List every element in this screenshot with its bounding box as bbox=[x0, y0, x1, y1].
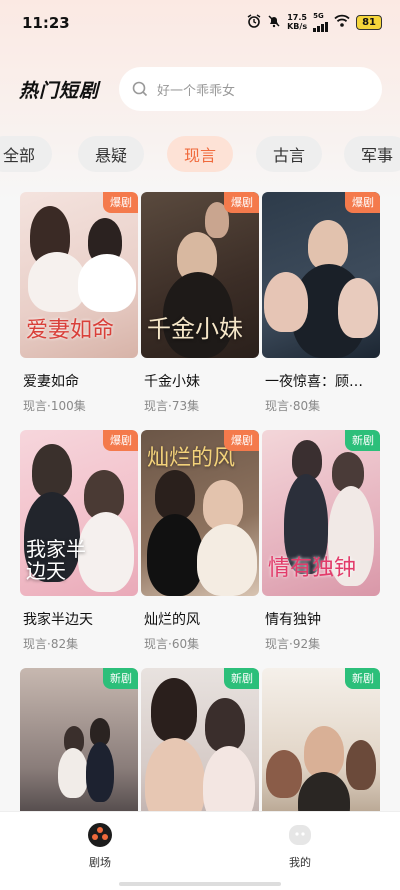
drama-meta: 现言·82集 bbox=[23, 637, 79, 651]
tab-military[interactable]: 军事 bbox=[344, 136, 400, 172]
new-badge: 新剧 bbox=[103, 668, 138, 689]
drama-poster[interactable]: 新剧 bbox=[20, 668, 138, 815]
tab-ancient-romance[interactable]: 古言 bbox=[256, 136, 322, 172]
drama-name: 爱妻如命 bbox=[23, 374, 79, 390]
category-tabs: 全部 悬疑 现言 古言 军事 bbox=[0, 136, 400, 176]
drama-card[interactable]: 我家半边天 爆剧 我家半边天 现言·82集 bbox=[20, 430, 138, 652]
poster-title: 情有独钟 bbox=[268, 556, 357, 581]
wifi-icon bbox=[334, 14, 350, 30]
new-badge: 新剧 bbox=[224, 668, 259, 689]
drama-poster[interactable]: 我家半边天 爆剧 bbox=[20, 430, 138, 596]
drama-meta: 现言·80集 bbox=[265, 399, 321, 413]
search-placeholder[interactable]: 好一个乖乖女 bbox=[157, 80, 235, 99]
drama-meta: 现言·60集 bbox=[144, 637, 200, 651]
drama-card[interactable]: 爆剧 一夜惊喜：顾… 现言·80集 bbox=[262, 192, 380, 414]
drama-card[interactable]: 新剧 bbox=[141, 668, 259, 815]
mute-bell-icon bbox=[267, 14, 281, 31]
new-badge: 新剧 bbox=[345, 430, 380, 451]
poster-title: 爱妻如命 bbox=[26, 318, 115, 343]
drama-name: 我家半边天 bbox=[23, 612, 93, 628]
nav-mine[interactable]: 我的 bbox=[270, 822, 330, 870]
drama-meta: 现言·92集 bbox=[265, 637, 321, 651]
bottom-nav: 剧场 我的 bbox=[0, 811, 400, 890]
tab-suspense[interactable]: 悬疑 bbox=[78, 136, 144, 172]
tab-all[interactable]: 全部 bbox=[0, 136, 52, 172]
drama-card[interactable]: 爱妻如命 爆剧 爱妻如命 现言·100集 bbox=[20, 192, 138, 414]
drama-meta: 现言·100集 bbox=[23, 399, 86, 413]
hot-badge: 爆剧 bbox=[103, 430, 138, 451]
search-bar[interactable]: 好一个乖乖女 bbox=[119, 67, 382, 111]
new-badge: 新剧 bbox=[345, 668, 380, 689]
theater-icon bbox=[88, 823, 112, 847]
status-icons: 17.5 KB/s 5G 81 bbox=[247, 12, 382, 32]
search-icon bbox=[132, 81, 148, 97]
network-speed: 17.5 KB/s bbox=[287, 13, 308, 31]
drama-grid: 爱妻如命 爆剧 爱妻如命 现言·100集 千金小妹 爆剧 千金小妹 现言·73集… bbox=[0, 190, 400, 815]
nav-theater[interactable]: 剧场 bbox=[70, 822, 130, 870]
nav-theater-label: 剧场 bbox=[89, 856, 111, 869]
tab-modern-romance[interactable]: 现言 bbox=[167, 136, 233, 172]
hot-badge: 爆剧 bbox=[345, 192, 380, 213]
hot-badge: 爆剧 bbox=[103, 192, 138, 213]
hot-badge: 爆剧 bbox=[224, 192, 259, 213]
hot-badge: 爆剧 bbox=[224, 430, 259, 451]
nav-mine-label: 我的 bbox=[289, 856, 311, 869]
drama-name: 灿烂的风 bbox=[144, 612, 200, 628]
drama-poster[interactable]: 灿烂的风 爆剧 bbox=[141, 430, 259, 596]
drama-meta: 现言·73集 bbox=[144, 399, 200, 413]
drama-card[interactable]: 千金小妹 爆剧 千金小妹 现言·73集 bbox=[141, 192, 259, 414]
header: 热门短剧 好一个乖乖女 bbox=[0, 64, 400, 114]
drama-card[interactable]: 情有独钟 新剧 情有独钟 现言·92集 bbox=[262, 430, 380, 652]
drama-name: 千金小妹 bbox=[144, 374, 200, 390]
profile-icon bbox=[289, 825, 311, 845]
drama-poster[interactable]: 新剧 bbox=[141, 668, 259, 815]
page-title: 热门短剧 bbox=[19, 80, 100, 102]
battery-indicator: 81 bbox=[356, 14, 382, 30]
drama-name: 一夜惊喜：顾… bbox=[265, 374, 363, 390]
drama-poster[interactable]: 新剧 bbox=[262, 668, 380, 815]
drama-card[interactable]: 新剧 bbox=[20, 668, 138, 815]
drama-poster[interactable]: 情有独钟 新剧 bbox=[262, 430, 380, 596]
drama-poster[interactable]: 千金小妹 爆剧 bbox=[141, 192, 259, 358]
status-bar: 11:23 17.5 KB/s 5G 81 bbox=[0, 0, 400, 48]
drama-card[interactable]: 新剧 bbox=[262, 668, 380, 815]
alarm-icon bbox=[247, 13, 261, 31]
poster-title: 灿烂的风 bbox=[147, 446, 236, 471]
drama-card[interactable]: 灿烂的风 爆剧 灿烂的风 现言·60集 bbox=[141, 430, 259, 652]
signal-icon: 5G bbox=[313, 12, 329, 32]
drama-poster[interactable]: 爱妻如命 爆剧 bbox=[20, 192, 138, 358]
poster-title: 我家半边天 bbox=[26, 537, 86, 583]
poster-title: 千金小妹 bbox=[147, 315, 243, 343]
status-time: 11:23 bbox=[22, 14, 70, 32]
home-indicator[interactable] bbox=[119, 882, 281, 886]
drama-name: 情有独钟 bbox=[265, 612, 321, 628]
drama-poster[interactable]: 爆剧 bbox=[262, 192, 380, 358]
